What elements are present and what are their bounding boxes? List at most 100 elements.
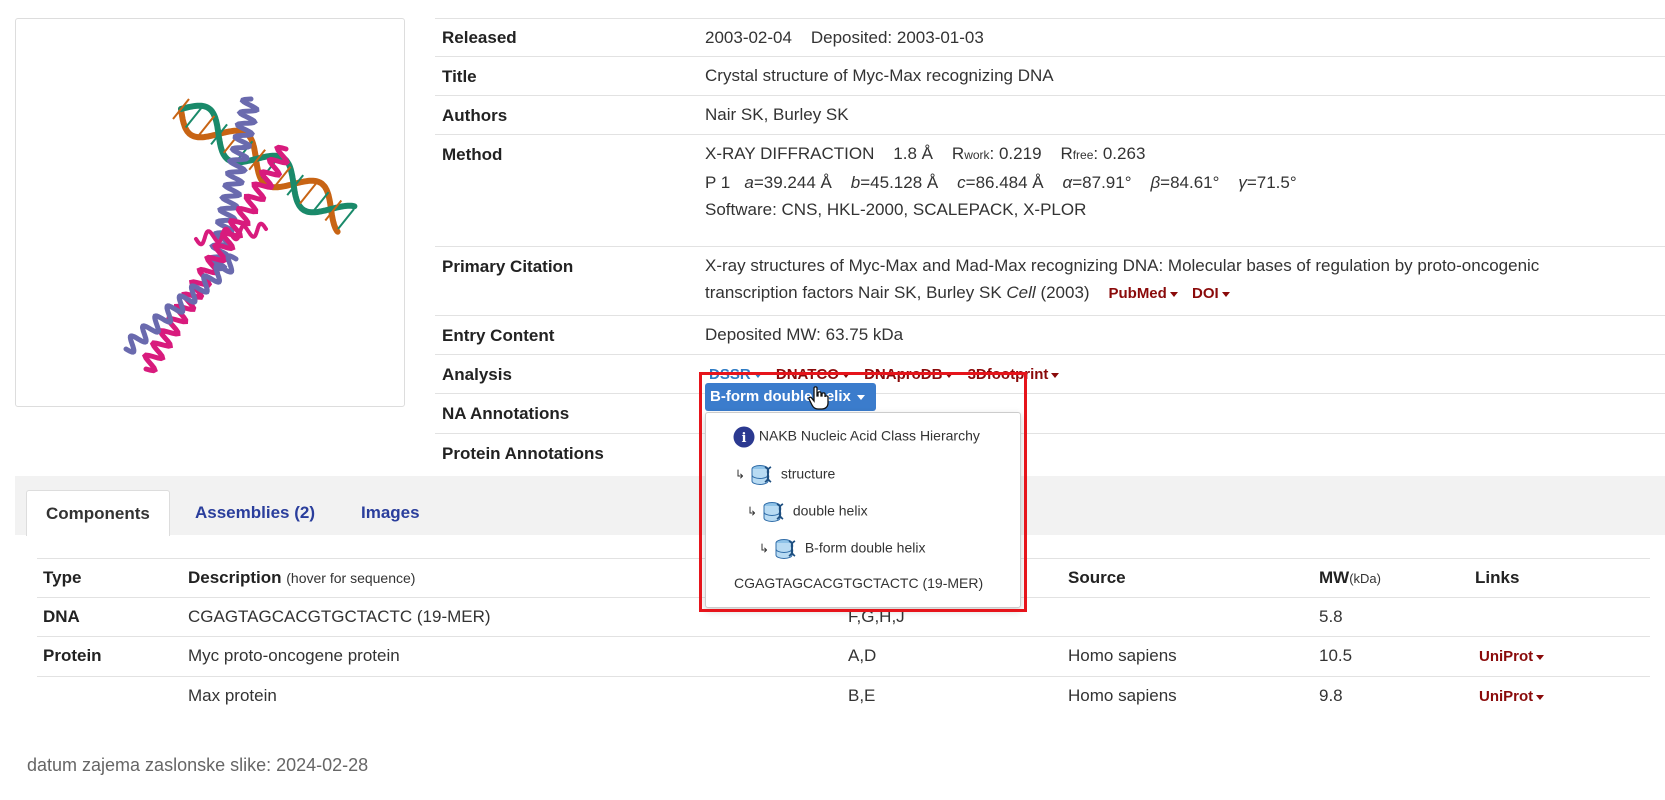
column-header-type: Type (43, 568, 82, 587)
3dfootprint-dropdown[interactable]: 3Dfootprint (968, 366, 1060, 383)
pubmed-dropdown[interactable]: PubMed (1108, 285, 1178, 302)
caret-down-icon (945, 372, 954, 378)
tree-branch-icon: ↳ (759, 541, 770, 556)
doi-label: DOI (1192, 285, 1219, 302)
caret-down-icon (1536, 654, 1545, 660)
cell-b-value: =45.128 Å (860, 173, 939, 192)
cell-a-value: =39.244 Å (753, 173, 832, 192)
row-description[interactable]: CGAGTAGCACGTGCTACTC (19-MER) (188, 607, 491, 627)
released-date: 2003-02-04 (705, 28, 792, 47)
row-source: Homo sapiens (1068, 686, 1177, 705)
protein-annotations-label: Protein Annotations (442, 444, 604, 463)
cell-alpha-label: α (1062, 173, 1073, 192)
row-source: Homo sapiens (1068, 646, 1177, 665)
cell-beta-value: =84.61° (1160, 173, 1220, 192)
tab-images[interactable]: Images (342, 490, 439, 535)
method-value: X-RAY DIFFRACTION 1.8 Å Rwork: 0.219 Rfr… (705, 140, 1297, 223)
summary-row-released: Released 2003-02-04 Deposited: 2003-01-0… (435, 18, 1665, 57)
tab-components[interactable]: Components (26, 490, 170, 536)
cell-c-value: =86.484 Å (965, 173, 1044, 192)
row-description[interactable]: Myc proto-oncogene protein (188, 646, 400, 666)
description-header-label: Description (188, 568, 282, 587)
svg-text:i: i (742, 431, 747, 446)
column-header-links: Links (1475, 568, 1520, 587)
na-annotation-dropdown-button[interactable]: B-form double helix (705, 383, 876, 411)
caret-down-icon (753, 372, 762, 378)
summary-row-title: Title Crystal structure of Myc-Max recog… (435, 56, 1665, 96)
uniprot-dropdown[interactable]: UniProt (1479, 687, 1545, 707)
dnatco-dropdown[interactable]: DNATCO (776, 366, 850, 383)
uniprot-dropdown[interactable]: UniProt (1479, 647, 1545, 667)
menu-item-nakb-hierarchy[interactable]: i NAKB Nucleic Acid Class Hierarchy (733, 426, 980, 448)
structure-image-panel[interactable] (15, 18, 405, 407)
dna-database-icon (775, 539, 796, 559)
method-technique: X-RAY DIFFRACTION (705, 144, 875, 163)
menu-item-sequence[interactable]: CGAGTAGCACGTGCTACTC (19-MER) (734, 575, 983, 591)
released-value: 2003-02-04 Deposited: 2003-01-03 (705, 24, 984, 51)
method-software: Software: CNS, HKL-2000, SCALEPACK, X-PL… (705, 200, 1087, 219)
row-mw: 5.8 (1319, 607, 1343, 626)
pubmed-label: PubMed (1108, 285, 1167, 302)
authors-value: Nair SK, Burley SK (705, 105, 849, 124)
caret-down-icon (1536, 694, 1545, 700)
molecule-structure-image[interactable] (16, 19, 404, 406)
row-type: DNA (43, 607, 80, 626)
entry-content-value: Deposited MW: 63.75 kDa (705, 325, 904, 344)
hand-cursor-icon (808, 386, 829, 410)
row-description[interactable]: Max protein (188, 686, 277, 706)
menu-item-b-form-double-helix[interactable]: ↳ B-form double helix (759, 535, 925, 563)
structure-label: structure (780, 465, 836, 482)
caret-down-icon (1051, 372, 1060, 378)
double-helix-label: double helix (792, 502, 868, 519)
dna-database-icon (763, 502, 784, 522)
row-chains: B,E (848, 686, 876, 705)
column-header-source: Source (1068, 568, 1126, 587)
tab-assemblies[interactable]: Assemblies (2) (176, 490, 334, 535)
b-form-double-helix-label: B-form double helix (804, 539, 926, 556)
caret-down-icon (841, 372, 850, 378)
summary-row-protein-annotations: Protein Annotations (435, 433, 1665, 474)
menu-item-double-helix[interactable]: ↳ double helix (747, 498, 868, 526)
dna-database-icon (751, 465, 772, 485)
summary-row-primary-citation: Primary Citation X-ray structures of Myc… (435, 246, 1665, 316)
space-group: P 1 (705, 173, 731, 192)
summary-row-na-annotations: NA Annotations (435, 393, 1665, 434)
cell-beta-label: β (1150, 173, 1161, 192)
citation-line-2: transcription factors Nair SK, Burley SK… (705, 279, 1655, 307)
dssr-dropdown[interactable]: DSSR (709, 366, 762, 383)
cell-gamma-value: =71.5° (1246, 173, 1297, 192)
cell-alpha-value: =87.91° (1072, 173, 1132, 192)
dnaprodb-dropdown[interactable]: DNAproDB (864, 366, 954, 383)
title-value: Crystal structure of Myc-Max recognizing… (705, 66, 1054, 85)
mw-header-unit: (kDa) (1349, 571, 1381, 586)
summary-row-analysis: Analysis DSSR DNATCO DNAproDB 3Dfootprin… (435, 354, 1665, 394)
mw-header-label: MW (1319, 568, 1350, 587)
rfree-label: R (1060, 144, 1073, 163)
rfree-value: : 0.263 (1093, 144, 1146, 163)
menu-item-structure[interactable]: ↳ structure (735, 461, 835, 489)
dssr-label: DSSR (709, 366, 751, 383)
citation-year: (2003) (1040, 283, 1090, 302)
table-divider (37, 636, 1650, 637)
summary-row-method: Method X-RAY DIFFRACTION 1.8 Å Rwork: 0.… (435, 134, 1665, 247)
tree-branch-icon: ↳ (735, 467, 746, 482)
dnatco-label: DNATCO (775, 366, 839, 383)
method-line-1: X-RAY DIFFRACTION 1.8 Å Rwork: 0.219 Rfr… (705, 140, 1297, 169)
3dfootprint-label: 3Dfootprint (967, 366, 1049, 383)
uniprot-label: UniProt (1479, 648, 1534, 665)
caret-down-icon (1221, 291, 1230, 297)
method-resolution: 1.8 Å (893, 144, 933, 163)
authors-label: Authors (442, 106, 508, 125)
summary-row-authors: Authors Nair SK, Burley SK (435, 95, 1665, 135)
row-type: Protein (43, 646, 102, 665)
cell-c-label: c (957, 173, 966, 192)
cell-a-label: a (744, 173, 754, 192)
primary-citation-value: X-ray structures of Myc-Max and Mad-Max … (705, 252, 1655, 307)
citation-line-1: X-ray structures of Myc-Max and Mad-Max … (705, 256, 1540, 275)
uniprot-label: UniProt (1479, 688, 1534, 705)
rwork-subscript: work (964, 148, 990, 162)
caret-down-icon (856, 394, 865, 400)
cell-b-label: b (850, 173, 861, 192)
doi-dropdown[interactable]: DOI (1192, 285, 1230, 302)
rwork-value: : 0.219 (989, 144, 1042, 163)
